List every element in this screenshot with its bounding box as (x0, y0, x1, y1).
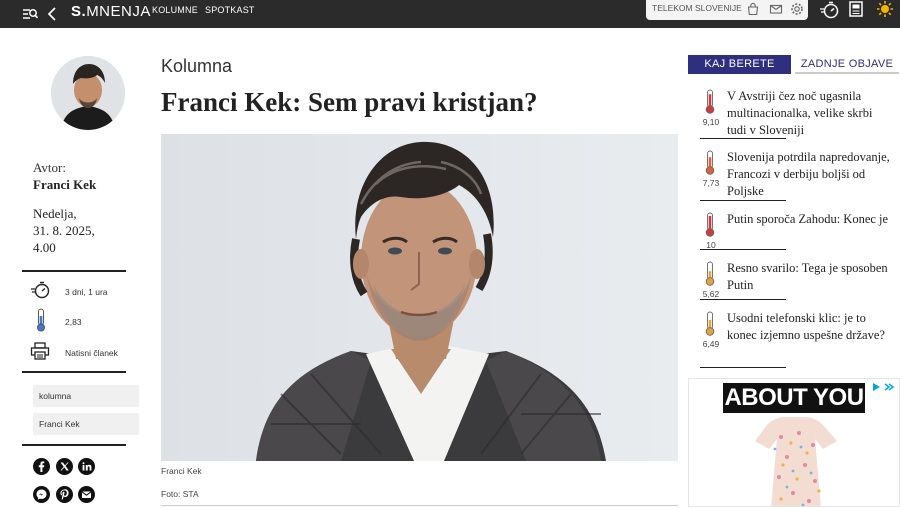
thermometer-icon (702, 89, 718, 115)
publish-date: Nedelja, 31. 8. 2025, 4.00 (33, 206, 95, 255)
thermometer-icon (702, 311, 718, 337)
tab-zadnje-objave[interactable]: ZADNJE OBJAVE (795, 55, 899, 74)
timer-icon (30, 280, 52, 305)
divider (700, 249, 786, 250)
print-label[interactable]: Natisni članek (65, 348, 118, 358)
sun-icon[interactable] (875, 0, 895, 20)
author-label: Avtor: (33, 160, 66, 175)
author-name[interactable]: Franci Kek (33, 177, 96, 193)
printer-icon[interactable] (30, 341, 50, 365)
article-age-text: 3 dni, 1 ura (65, 287, 108, 297)
article-kicker[interactable]: Kolumna (161, 56, 232, 77)
telekom-bar: TELEKOM SLOVENIJE (646, 0, 808, 20)
site-logo[interactable]: S.MNENJA (71, 3, 151, 20)
trending-score: 5,62 (702, 289, 720, 299)
tab-kaj-berete[interactable]: KAJ BERETE (688, 55, 791, 74)
thermometer-icon (702, 212, 718, 238)
messenger-icon[interactable] (33, 486, 50, 503)
trending-score: 9,10 (702, 117, 720, 127)
ad-brand[interactable]: ABOUT YOU (723, 383, 865, 413)
article-temperature: 2,83 (30, 308, 82, 337)
article-photo (161, 134, 678, 461)
author-avatar[interactable] (51, 56, 125, 130)
thermometer-icon (702, 150, 718, 176)
nav-kolumne[interactable]: KOLUMNE (152, 5, 198, 15)
menu-search-icon[interactable] (20, 0, 40, 28)
trending-score: 7,73 (702, 178, 720, 188)
settings-icon[interactable] (790, 2, 804, 16)
ad-dress-image[interactable] (689, 415, 900, 507)
thermometer-icon (702, 261, 718, 287)
article-age: 3 dni, 1 ura (30, 280, 108, 305)
facebook-icon[interactable] (33, 458, 50, 475)
x-twitter-icon[interactable] (56, 458, 73, 475)
trending-title[interactable]: Putin sporoča Zahodu: Konec je (727, 211, 895, 228)
pinterest-icon[interactable] (56, 486, 73, 503)
trending-title[interactable]: Slovenija potrdila napredovanje, Francoz… (727, 149, 895, 200)
adchoices-icon[interactable] (871, 380, 895, 392)
divider (22, 371, 126, 373)
bag-icon[interactable] (746, 2, 760, 16)
advertisement[interactable]: ABOUT YOU (688, 378, 900, 507)
nav-spotkast[interactable]: SPOTKAST (205, 5, 255, 15)
thermometer-icon (35, 308, 47, 337)
timer-icon[interactable] (819, 0, 841, 20)
print-article[interactable]: Natisni članek (30, 341, 118, 365)
top-bar: S.MNENJA KOLUMNE SPOTKAST TELEKOM SLOVEN… (0, 0, 900, 28)
tag-franci-kek[interactable]: Franci Kek (33, 413, 139, 435)
trending-title[interactable]: V Avstriji čez noč ugasnila multinaciona… (727, 88, 895, 139)
trending-title[interactable]: Usodni telefonski klic: je to konec izje… (727, 310, 895, 344)
linkedin-icon[interactable] (78, 458, 95, 475)
article-headline: Franci Kek: Sem pravi kristjan? (161, 87, 538, 117)
divider (22, 444, 126, 446)
photo-caption: Franci Kek (161, 466, 202, 476)
temperature-value: 2,83 (65, 317, 82, 327)
divider (700, 299, 786, 300)
divider (700, 367, 786, 368)
divider (700, 200, 786, 201)
divider (22, 270, 126, 272)
back-icon[interactable] (44, 0, 60, 28)
caption-divider (161, 505, 678, 506)
tag-kolumna[interactable]: kolumna (33, 385, 139, 407)
trending-title[interactable]: Resno svarilo: Tega je sposoben Putin (727, 260, 895, 294)
divider (700, 138, 786, 139)
photo-credit: Foto: STA (161, 489, 199, 499)
mail-icon[interactable] (769, 2, 783, 16)
telekom-link[interactable]: TELEKOM SLOVENIJE (652, 3, 742, 13)
trending-score: 6,49 (702, 339, 720, 349)
newspaper-icon[interactable] (848, 0, 866, 20)
email-share-icon[interactable] (78, 486, 95, 503)
